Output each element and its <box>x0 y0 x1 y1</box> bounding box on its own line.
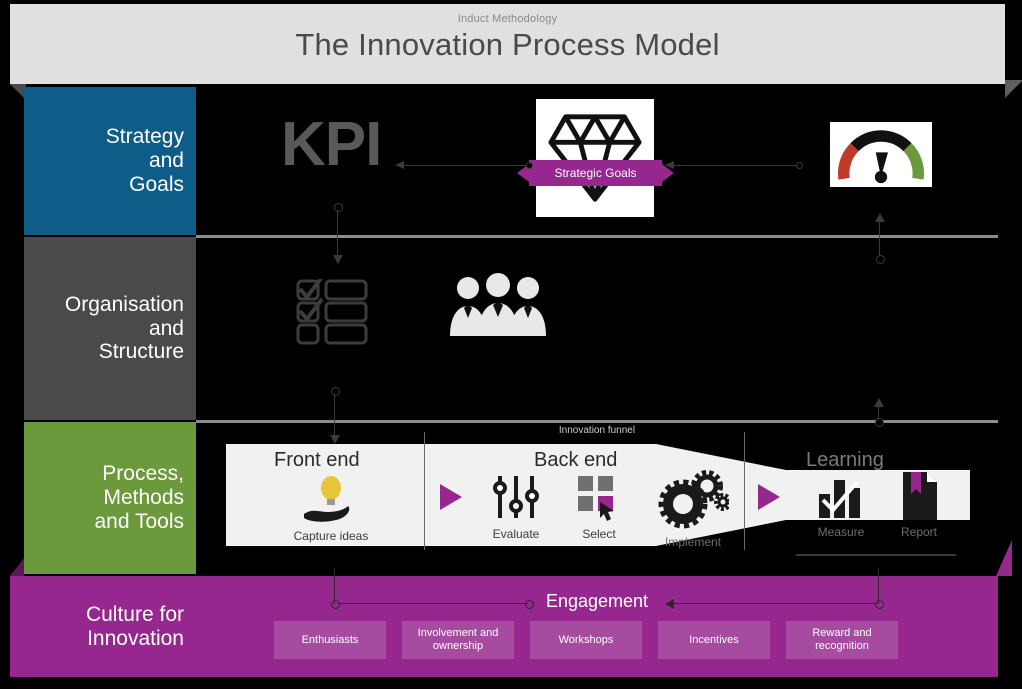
strategic-goals-card <box>536 99 654 217</box>
stage-implement[interactable]: Implement <box>648 470 738 549</box>
chip-enthusiasts[interactable]: Enthusiasts <box>274 621 386 659</box>
arrow-head-left-icon <box>665 161 674 169</box>
stage-measure[interactable]: Measure <box>796 474 886 539</box>
innovation-funnel-label: Innovation funnel <box>558 425 636 436</box>
header-banner: Induct Methodology The Innovation Proces… <box>10 4 1005 84</box>
connector-dot-right-top <box>876 255 885 264</box>
stage-label-capture-ideas: Capture ideas <box>293 529 369 543</box>
row-label-organisation: Organisation and Structure <box>24 237 196 420</box>
stage-evaluate[interactable]: Evaluate <box>471 474 561 541</box>
row-label-culture: Culture for Innovation <box>24 576 196 677</box>
connector-line-left-top <box>337 210 338 257</box>
row-label-strategy: Strategy and Goals <box>24 87 196 235</box>
arrow-goals-to-kpi <box>395 161 533 169</box>
connector-arrow-up-icon <box>875 213 885 222</box>
engagement-dot-right <box>875 600 884 609</box>
innovation-process-model-diagram: Induct Methodology The Innovation Proces… <box>0 0 1022 689</box>
row-label-strategy-line1: Strategy <box>105 125 184 149</box>
engagement-arrow-left-icon <box>665 599 674 609</box>
sliders-icon <box>493 476 539 518</box>
stage-select[interactable]: Select <box>554 474 644 541</box>
row-organisation-and-structure: Organisation and Structure <box>24 237 998 420</box>
row-process-methods-tools: Process, Methods and Tools Innovation fu… <box>24 422 998 574</box>
engagement-chip-row: Enthusiasts Involvement and ownership Wo… <box>274 621 898 659</box>
row-label-process-line2: Methods <box>103 486 184 510</box>
row-label-process: Process, Methods and Tools <box>24 422 196 574</box>
kpi-label: KPI <box>281 110 382 179</box>
row-label-strategy-line3: Goals <box>129 172 184 196</box>
phase-title-front-end: Front end <box>274 449 360 471</box>
flow-arrow-1-icon <box>440 484 462 510</box>
chip-involvement-and-ownership[interactable]: Involvement and ownership <box>402 621 514 659</box>
stage-label-select: Select <box>582 527 616 541</box>
gears-icon <box>658 470 729 529</box>
engagement-line-left-vertical <box>334 568 335 604</box>
bar-chart-check-icon <box>819 480 860 518</box>
strategic-goals-label: Strategic Goals <box>554 166 637 180</box>
row-label-strategy-line2: and <box>148 149 184 173</box>
chip-incentives[interactable]: Incentives <box>658 621 770 659</box>
people-icon-wrap <box>446 272 550 341</box>
arrow-endpoint-dot <box>796 162 803 169</box>
row-label-organisation-line2: and <box>148 316 184 340</box>
row-strategy-and-goals: Strategy and Goals KPI Strategic Goals <box>24 87 998 235</box>
connector-dot-left-top <box>334 203 343 212</box>
stage-label-measure: Measure <box>817 525 865 539</box>
chip-reward-and-recognition[interactable]: Reward and recognition <box>786 621 898 659</box>
arrow-endpoint-dot <box>526 162 533 169</box>
row-culture-for-innovation: Culture for Innovation Engagement Enthus… <box>24 576 998 677</box>
people-group-icon <box>450 273 546 336</box>
row-label-process-line1: Process, <box>102 462 184 486</box>
row-label-culture-line2: Innovation <box>87 626 184 650</box>
stage-report[interactable]: Report <box>874 472 964 539</box>
engagement-dot-center <box>525 600 534 609</box>
phase-title-learning: Learning <box>806 449 884 471</box>
engagement-dot-left <box>331 600 340 609</box>
gauge-card <box>830 122 932 187</box>
phase-title-back-end: Back end <box>534 449 618 471</box>
connector-line-right-top <box>879 221 880 257</box>
chip-workshops[interactable]: Workshops <box>530 621 642 659</box>
stage-label-report: Report <box>900 525 938 539</box>
gauge-icon <box>837 129 925 183</box>
process-fold-right <box>996 540 1012 576</box>
engagement-line-left-horizontal <box>338 603 528 604</box>
phase-separator-2 <box>744 432 745 550</box>
connector-dot-left-mid <box>331 387 340 396</box>
document-bookmark-icon <box>903 472 937 520</box>
arrow-measure-to-goals <box>665 161 803 169</box>
flow-arrow-2-icon <box>758 484 780 510</box>
row-body-organisation <box>196 237 998 420</box>
arrow-head-left-icon <box>395 161 404 169</box>
page-title: The Innovation Process Model <box>295 27 720 62</box>
header-subtitle: Induct Methodology <box>457 13 558 25</box>
strategic-goals-ribbon: Strategic Goals <box>517 160 674 186</box>
diamond-icon <box>548 114 642 202</box>
row-label-culture-line1: Culture for <box>85 602 184 626</box>
row-label-organisation-line1: Organisation <box>64 292 184 316</box>
stage-label-evaluate: Evaluate <box>492 527 540 541</box>
stage-capture-ideas[interactable]: Capture ideas <box>286 474 376 543</box>
connector-arrow-up-icon <box>874 398 884 407</box>
row-label-process-line3: and Tools <box>94 509 184 533</box>
lightbulb-hand-icon <box>304 476 350 522</box>
phase-separator-1 <box>424 432 425 550</box>
grid-cursor-icon <box>578 476 614 521</box>
stage-label-implement: Implement <box>664 535 722 549</box>
row-label-organisation-line3: Structure <box>98 340 184 364</box>
engagement-line-right-horizontal <box>672 603 877 604</box>
checklist-icon-wrap <box>296 275 368 350</box>
engagement-line-right-vertical <box>878 568 879 604</box>
culture-fold-left <box>10 558 24 576</box>
learning-baseline <box>796 555 956 556</box>
header-fold-shadow-right <box>1005 80 1022 98</box>
row-body-process: Innovation funnel Front end Back end Lea… <box>196 422 998 574</box>
checklist-icon <box>296 275 368 345</box>
connector-arrow-down-icon <box>333 255 343 264</box>
